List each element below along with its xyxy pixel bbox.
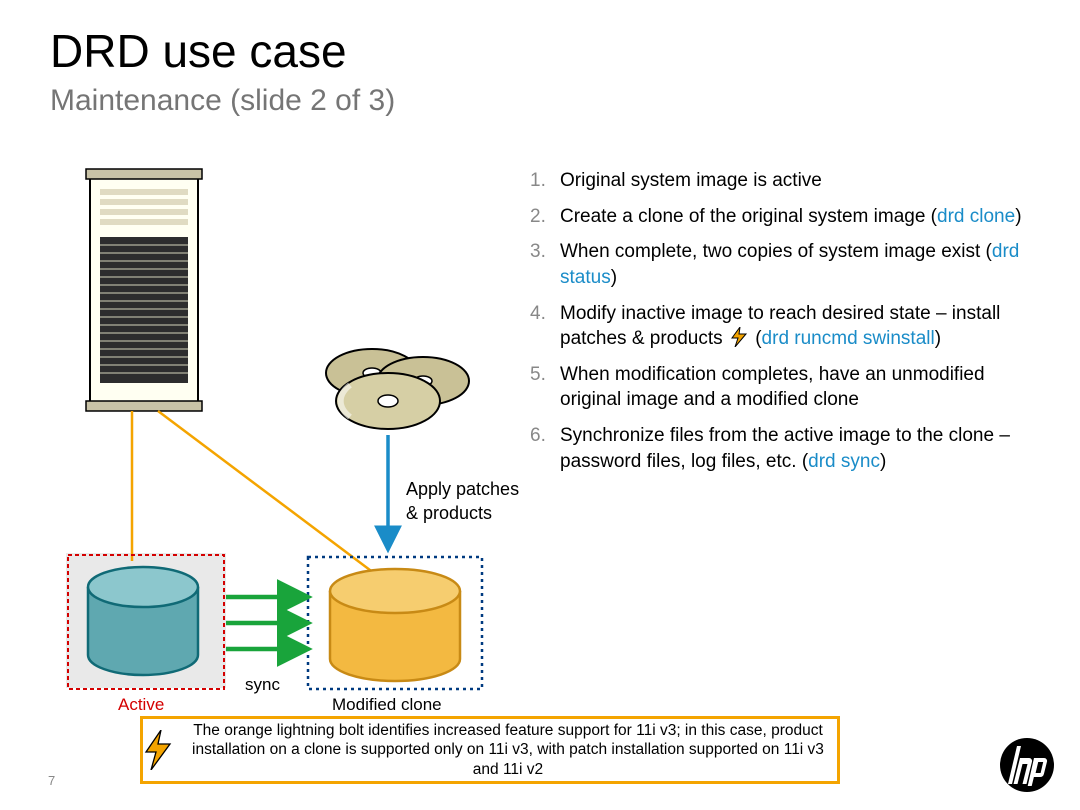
step-6-pre: Synchronize files from the active image … (560, 425, 1010, 472)
note-box: The orange lightning bolt identifies inc… (140, 716, 840, 784)
step-4-mid: ( (750, 328, 762, 349)
step-2: Create a clone of the original system im… (530, 204, 1040, 230)
sync-arrows (226, 597, 302, 649)
step-6-post: ) (880, 451, 886, 472)
step-4-cmd: drd runcmd swinstall (762, 328, 935, 349)
apply-label-line1: Apply patches (406, 479, 519, 500)
step-4: Modify inactive image to reach desired s… (530, 301, 1040, 352)
step-3-pre: When complete, two copies of system imag… (560, 241, 992, 262)
slide-title: DRD use case (50, 24, 347, 78)
active-disk-icon (88, 567, 198, 675)
diagram-svg (50, 165, 520, 725)
step-1-text: Original system image is active (560, 170, 822, 191)
step-1: Original system image is active (530, 168, 1040, 194)
step-3: When complete, two copies of system imag… (530, 239, 1040, 290)
modified-disk-icon (330, 569, 460, 681)
lightning-icon (143, 730, 187, 770)
step-5: When modification completes, have an unm… (530, 362, 1040, 413)
step-5-text: When modification completes, have an unm… (560, 364, 985, 411)
server-icon (86, 169, 202, 411)
step-4-post: ) (935, 328, 941, 349)
step-3-post: ) (611, 267, 617, 288)
step-6-cmd: drd sync (808, 451, 880, 472)
hp-logo-icon (998, 736, 1056, 794)
step-6: Synchronize files from the active image … (530, 423, 1040, 474)
step-2-post: ) (1015, 206, 1021, 227)
modified-label: Modified clone (332, 695, 442, 715)
lightning-icon (730, 327, 748, 347)
active-label: Active (118, 695, 164, 715)
slide: DRD use case Maintenance (slide 2 of 3) (0, 0, 1080, 810)
step-2-cmd: drd clone (937, 206, 1015, 227)
sync-label: sync (245, 675, 280, 695)
apply-label-line2: & products (406, 503, 492, 524)
note-text: The orange lightning bolt identifies inc… (187, 719, 837, 781)
steps-list: Original system image is active Create a… (530, 168, 1040, 484)
page-number: 7 (48, 773, 55, 788)
diagram: Apply patches & products Active Modified… (50, 165, 520, 725)
discs-icon (326, 349, 469, 429)
slide-subtitle: Maintenance (slide 2 of 3) (50, 84, 395, 118)
step-2-pre: Create a clone of the original system im… (560, 206, 937, 227)
